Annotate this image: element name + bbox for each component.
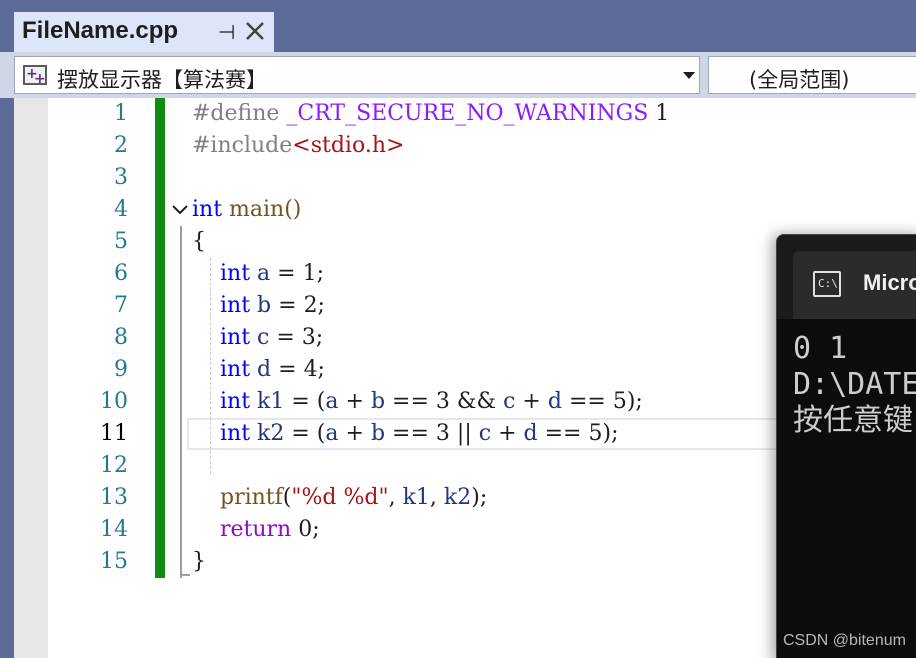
chevron-down-icon[interactable]	[683, 72, 695, 79]
watermark: CSDN @bitenum	[783, 632, 906, 649]
code-line: int c = 3;	[219, 325, 324, 350]
line-number: 7	[114, 293, 128, 318]
console-titlebar[interactable]: C:\ Micro	[777, 235, 916, 319]
code-line: int k2 = (a + b == 3 || c + d == 5);	[219, 421, 619, 446]
pin-icon[interactable]: ⊣	[218, 20, 235, 44]
line-number: 12	[100, 453, 128, 478]
collapse-chevron-icon[interactable]	[170, 202, 190, 218]
console-output-line: 按任意键	[793, 403, 913, 438]
project-icon: + +	[23, 65, 47, 86]
current-line-number: 11	[100, 421, 128, 446]
console-output-line: D:\DATE	[793, 367, 916, 402]
scope-dropdown[interactable]: (全局范围)	[708, 56, 916, 94]
code-line: int main()	[192, 197, 302, 222]
line-number: 1	[114, 101, 128, 126]
project-label: 摆放显示器【算法赛】	[57, 68, 267, 92]
code-line: #define _CRT_SECURE_NO_WARNINGS 1	[192, 101, 670, 126]
glyph-margin	[14, 98, 48, 658]
project-dropdown[interactable]: + + 摆放显示器【算法赛】	[14, 56, 700, 94]
close-icon[interactable]	[242, 15, 268, 45]
code-line: }	[192, 549, 206, 574]
console-output: 0 1 D:\DATE 按任意键	[793, 331, 916, 439]
line-number: 5	[114, 229, 128, 254]
console-output-line: 0 1	[793, 331, 848, 366]
line-number: 8	[114, 325, 128, 350]
line-number: 10	[100, 389, 128, 414]
line-number: 6	[114, 261, 128, 286]
line-number: 9	[114, 357, 128, 382]
tab-strip: FileName.cpp ⊣	[0, 0, 916, 52]
terminal-icon: C:\	[813, 271, 841, 297]
console-tab[interactable]: C:\ Micro	[793, 251, 916, 319]
tab-title: FileName.cpp	[22, 17, 179, 44]
line-number: 14	[100, 517, 128, 542]
code-line: #include<stdio.h>	[192, 133, 405, 158]
code-line: {	[192, 229, 206, 254]
code-line: return 0;	[219, 517, 320, 542]
file-tab[interactable]: FileName.cpp ⊣	[14, 12, 274, 52]
line-number: 2	[114, 133, 128, 158]
line-number: 4	[114, 197, 128, 222]
navigation-bar: + + 摆放显示器【算法赛】 (全局范围)	[0, 52, 916, 98]
code-line: int a = 1;	[219, 261, 325, 286]
change-tracking-bar	[155, 98, 165, 578]
console-window[interactable]: C:\ Micro 0 1 D:\DATE 按任意键	[776, 234, 916, 658]
code-line: int k1 = (a + b == 3 && c + d == 5);	[219, 389, 643, 414]
line-number: 13	[100, 485, 128, 510]
line-number: 3	[114, 165, 128, 190]
code-line: printf("%d %d", k1, k2);	[219, 485, 488, 510]
fold-guide	[180, 226, 182, 578]
code-line: int b = 2;	[219, 293, 325, 318]
line-number: 15	[100, 549, 128, 574]
scope-label: (全局范围)	[749, 68, 850, 92]
fold-guide-end	[180, 574, 190, 576]
console-title: Micro	[863, 270, 916, 295]
code-line: int d = 4;	[219, 357, 325, 382]
